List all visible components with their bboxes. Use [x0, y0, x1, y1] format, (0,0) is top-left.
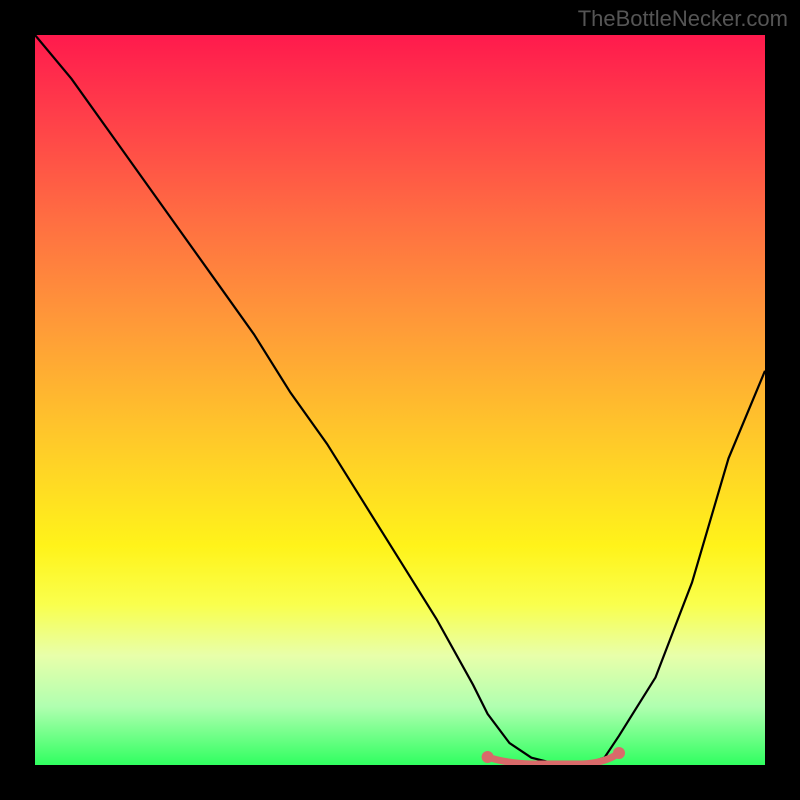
chart-svg [35, 35, 765, 765]
chart-plot-area [35, 35, 765, 765]
watermark-text: TheBottleNecker.com [578, 6, 788, 32]
optimal-range-highlight [488, 753, 619, 764]
highlight-end-dot [613, 747, 625, 759]
bottleneck-curve-line [35, 35, 765, 765]
